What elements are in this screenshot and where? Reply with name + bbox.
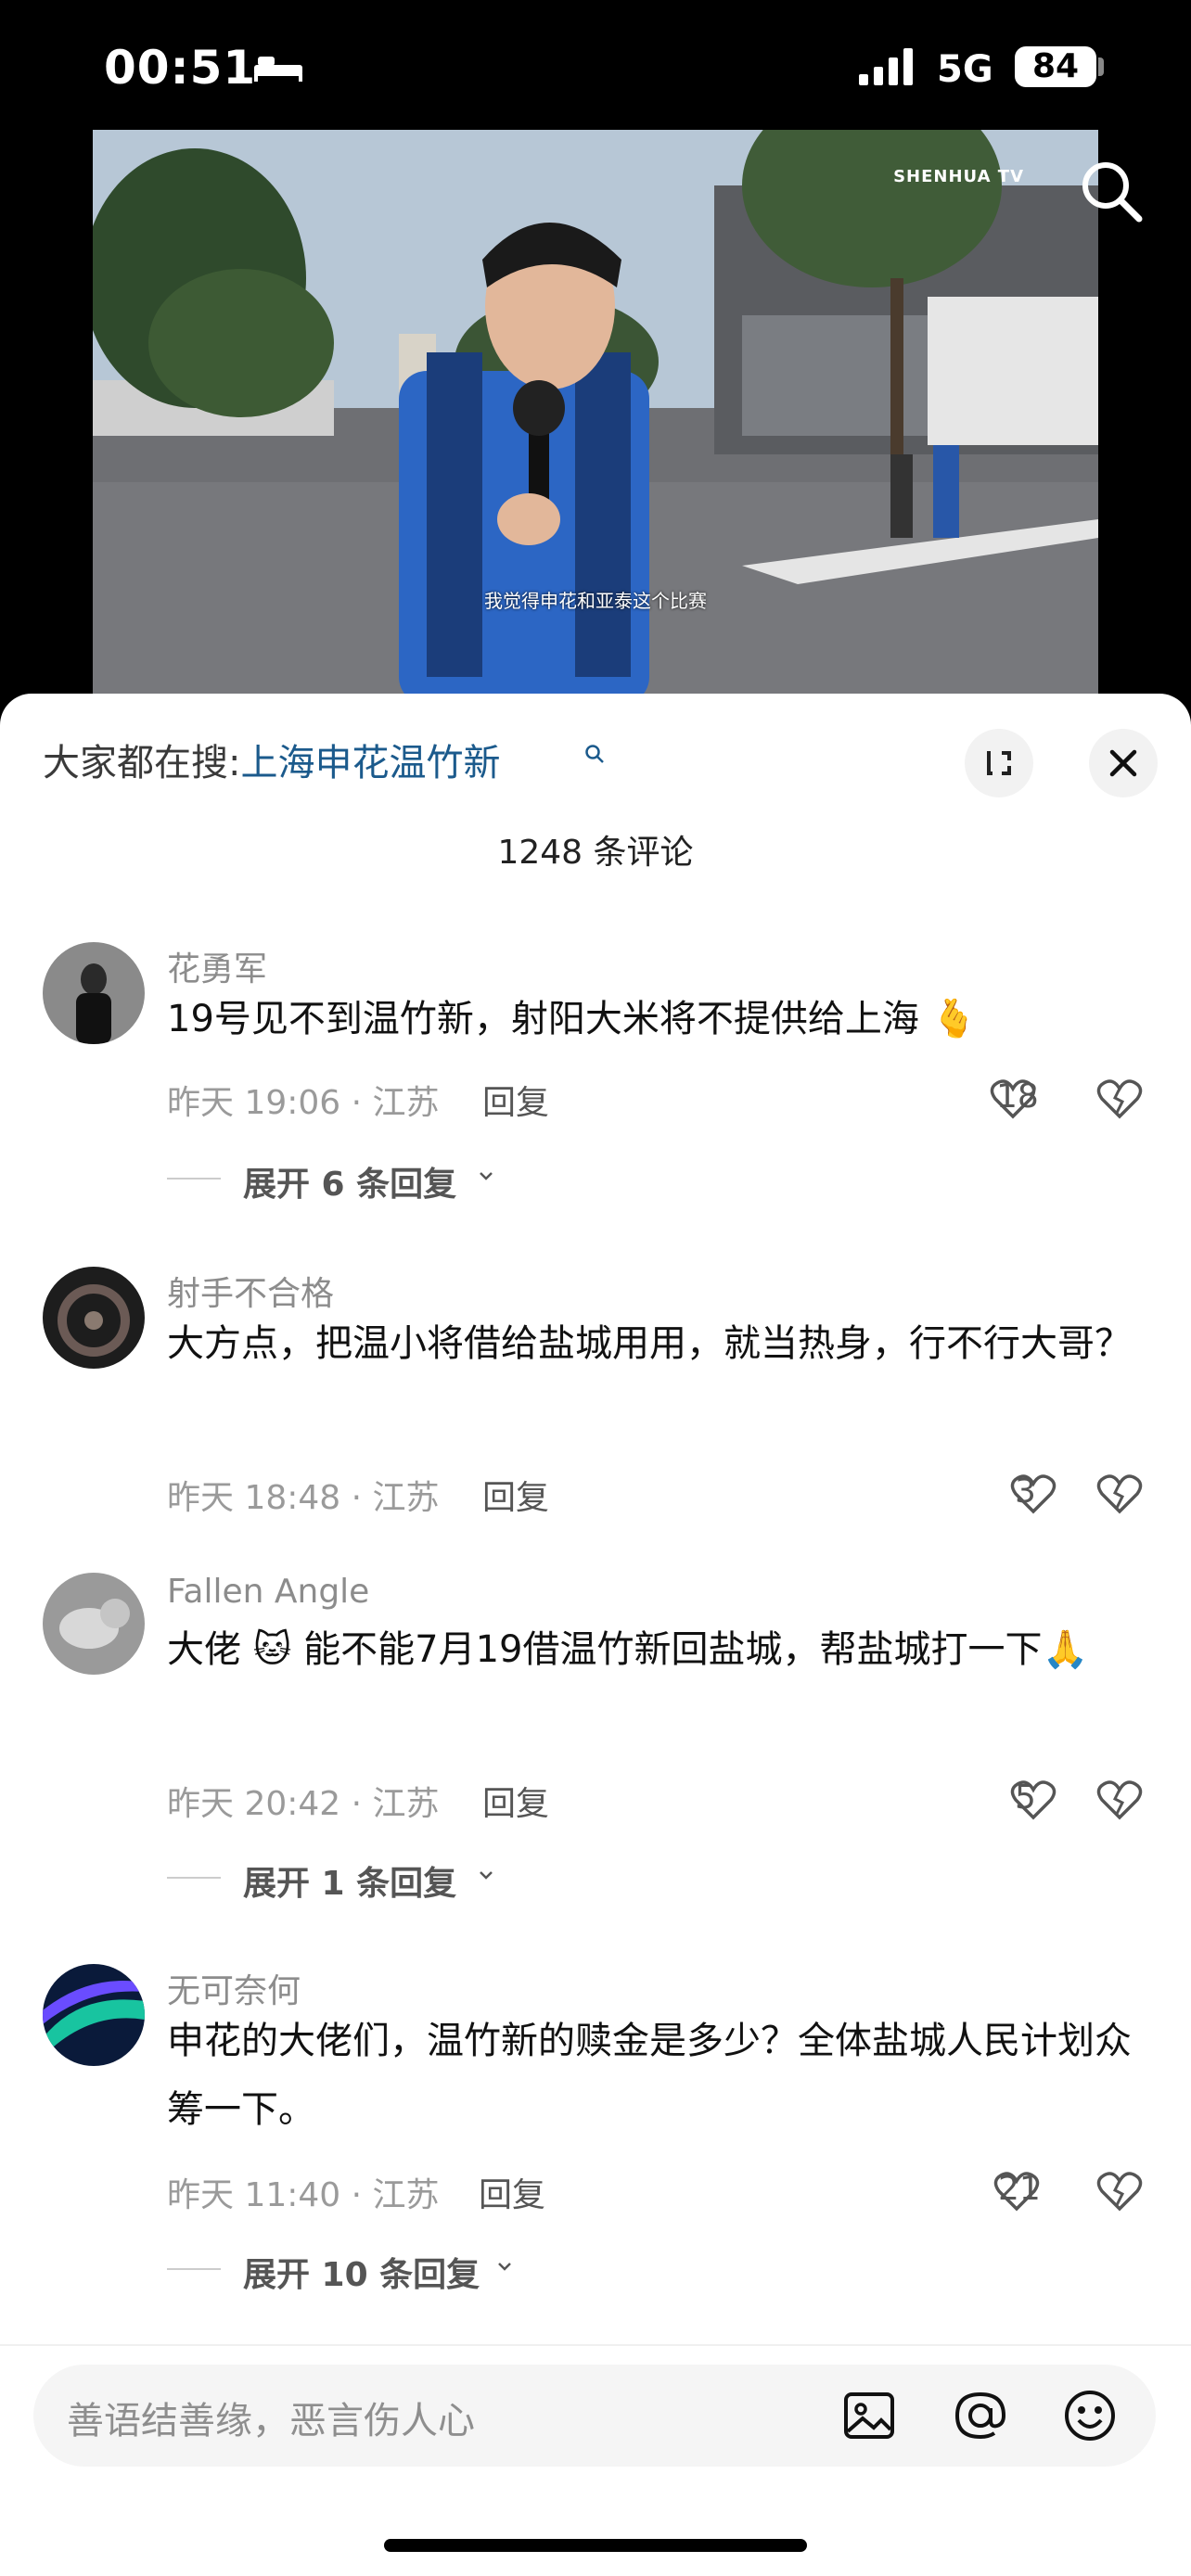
expand-divider — [167, 1877, 221, 1879]
emoji-icon[interactable] — [1059, 2385, 1121, 2446]
image-icon[interactable] — [839, 2385, 900, 2446]
video-subtitle: 我觉得申花和亚泰这个比赛 — [484, 590, 707, 612]
comment-sheet: 大家都在搜:上海申花温竹新 1248 条评论 花勇军 19号见不到温竹新，射阳大… — [0, 694, 1191, 2576]
search-icon[interactable] — [1076, 156, 1146, 226]
comment-input[interactable]: 善语结善缘，恶言伤人心 — [33, 2365, 1156, 2467]
chevron-down-icon — [480, 1871, 493, 1880]
comment-text: 19号见不到温竹新，射阳大米将不提供给上海 🫰 — [167, 998, 978, 1040]
comment-meta: 昨天 19:06 · 江苏 — [167, 1084, 440, 1122]
expand-label: 展开 6 条回复 — [243, 1166, 457, 1204]
avatar[interactable] — [43, 1573, 145, 1675]
reply-button[interactable]: 回复 — [479, 2168, 545, 2216]
status-time: 00:51 — [104, 41, 257, 95]
avatar[interactable] — [43, 1964, 145, 2066]
close-icon — [1109, 749, 1137, 777]
comment-meta: 昨天 11:40 · 江苏 — [167, 2176, 440, 2214]
search-mini-icon — [585, 745, 604, 763]
reply-button[interactable]: 回复 — [482, 1471, 549, 1519]
avatar[interactable] — [43, 942, 145, 1044]
network-type: 5G — [937, 48, 993, 91]
chevron-down-icon — [480, 1172, 493, 1180]
comment-text: 大方点，把温小将借给盐城用用，就当热身，行不行大哥？ — [167, 1322, 1132, 1365]
comment-meta: 昨天 18:48 · 江苏 — [167, 1479, 440, 1517]
battery-tip — [1098, 57, 1104, 76]
comment-input-placeholder: 善语结善缘，恶言伤人心 — [67, 2400, 475, 2442]
battery-icon: 84 — [1015, 46, 1096, 87]
expand-label: 展开 10 条回复 — [243, 2256, 480, 2294]
avatar[interactable] — [43, 1267, 145, 1369]
signal-icon — [859, 48, 913, 85]
hot-search-query[interactable]: 上海申花温竹新 — [240, 742, 500, 784]
broken-heart-icon[interactable] — [1096, 2168, 1143, 2214]
like-count: 18 — [996, 1078, 1039, 1116]
comment-meta: 昨天 20:42 · 江苏 — [167, 1785, 440, 1823]
reply-button[interactable]: 回复 — [482, 1777, 549, 1825]
comment-text: 申花的大佬们，温竹新的赎金是多少？全体盐城人民计划众筹一下。 — [167, 2020, 1132, 2131]
comment-author[interactable]: 无可奈何 — [167, 1964, 301, 2012]
like-count: 21 — [998, 2170, 1041, 2208]
comment-author[interactable]: 射手不合格 — [167, 1267, 334, 1315]
hot-search[interactable]: 大家都在搜:上海申花温竹新 — [43, 733, 500, 786]
status-bar: 00:51 5G 84 — [0, 0, 1191, 139]
home-indicator — [384, 2539, 807, 2552]
comments-count: 1248 条评论 — [497, 834, 694, 872]
video-player[interactable]: SHENHUA TV 我觉得申花和亚泰这个比赛 — [93, 130, 1098, 695]
reply-button[interactable]: 回复 — [482, 1076, 549, 1124]
close-button[interactable] — [1089, 729, 1158, 797]
comment-input-bar: 善语结善缘，恶言伤人心 — [0, 2344, 1191, 2494]
like-count: 3 — [1015, 1473, 1036, 1511]
at-icon[interactable] — [950, 2385, 1011, 2446]
chevron-down-icon — [498, 2263, 511, 2271]
comment-text: 大佬 🐱 能不能7月19借温竹新回盐城，帮盐城打一下🙏 — [167, 1628, 1089, 1671]
expand-button[interactable] — [965, 729, 1033, 797]
broken-heart-icon[interactable] — [1096, 1777, 1143, 1823]
expand-icon — [987, 751, 1011, 775]
expand-label: 展开 1 条回复 — [243, 1865, 457, 1903]
expand-divider — [167, 1178, 221, 1180]
hot-search-prefix: 大家都在搜: — [43, 742, 241, 784]
like-count: 5 — [1015, 1779, 1036, 1817]
comment-author[interactable]: Fallen Angle — [167, 1573, 369, 1611]
bed-icon — [254, 57, 302, 82]
expand-divider — [167, 2268, 221, 2270]
broken-heart-icon[interactable] — [1096, 1471, 1143, 1517]
comment-author[interactable]: 花勇军 — [167, 942, 267, 990]
broken-heart-icon[interactable] — [1096, 1076, 1143, 1122]
video-brand: SHENHUA TV — [893, 167, 1024, 186]
